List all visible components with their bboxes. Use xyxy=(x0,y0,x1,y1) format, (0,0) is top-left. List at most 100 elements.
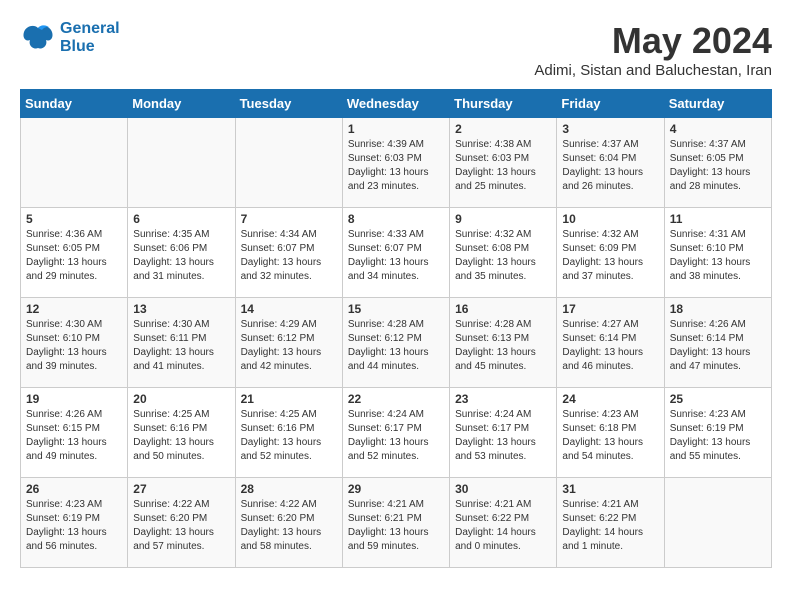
calendar-cell: 25 Sunrise: 4:23 AM Sunset: 6:19 PM Dayli… xyxy=(664,388,771,478)
day-info: Sunrise: 4:36 AM Sunset: 6:05 PM Dayligh… xyxy=(26,228,122,284)
calendar-cell: 24 Sunrise: 4:23 AM Sunset: 6:18 PM Dayli… xyxy=(557,388,664,478)
day-info: Sunrise: 4:30 AM Sunset: 6:11 PM Dayligh… xyxy=(133,318,229,374)
calendar-cell: 13 Sunrise: 4:30 AM Sunset: 6:11 PM Dayli… xyxy=(128,298,235,388)
calendar-cell: 30Sunrise: 4:21 AM Sunset: 6:22 PM Dayli… xyxy=(450,478,557,568)
logo-text: General Blue xyxy=(60,20,120,56)
calendar-cell: 4 Sunrise: 4:37 AM Sunset: 6:05 PM Daylig… xyxy=(664,118,771,208)
calendar-cell: 14 Sunrise: 4:29 AM Sunset: 6:12 PM Dayli… xyxy=(235,298,342,388)
calendar-cell: 17 Sunrise: 4:27 AM Sunset: 6:14 PM Dayli… xyxy=(557,298,664,388)
calendar-header-row: SundayMondayTuesdayWednesdayThursdayFrid… xyxy=(21,90,772,118)
day-info: Sunrise: 4:21 AM Sunset: 6:22 PM Dayligh… xyxy=(562,498,658,554)
calendar-cell: 5Sunrise: 4:36 AM Sunset: 6:05 PM Daylig… xyxy=(21,208,128,298)
day-info: Sunrise: 4:24 AM Sunset: 6:17 PM Dayligh… xyxy=(348,408,444,464)
calendar-cell: 20 Sunrise: 4:25 AM Sunset: 6:16 PM Dayli… xyxy=(128,388,235,478)
calendar-cell: 7 Sunrise: 4:34 AM Sunset: 6:07 PM Daylig… xyxy=(235,208,342,298)
day-info: Sunrise: 4:26 AM Sunset: 6:14 PM Dayligh… xyxy=(670,318,766,374)
day-info: Sunrise: 4:27 AM Sunset: 6:14 PM Dayligh… xyxy=(562,318,658,374)
calendar-cell: 11 Sunrise: 4:31 AM Sunset: 6:10 PM Dayli… xyxy=(664,208,771,298)
calendar-cell: 31Sunrise: 4:21 AM Sunset: 6:22 PM Dayli… xyxy=(557,478,664,568)
calendar-header-cell: Friday xyxy=(557,90,664,118)
calendar-cell xyxy=(21,118,128,208)
day-info: Sunrise: 4:26 AM Sunset: 6:15 PM Dayligh… xyxy=(26,408,122,464)
calendar-cell: 18 Sunrise: 4:26 AM Sunset: 6:14 PM Dayli… xyxy=(664,298,771,388)
day-info: Sunrise: 4:25 AM Sunset: 6:16 PM Dayligh… xyxy=(241,408,337,464)
calendar-cell: 29 Sunrise: 4:21 AM Sunset: 6:21 PM Dayli… xyxy=(342,478,449,568)
day-info: Sunrise: 4:24 AM Sunset: 6:17 PM Dayligh… xyxy=(455,408,551,464)
calendar-cell: 1Sunrise: 4:39 AM Sunset: 6:03 PM Daylig… xyxy=(342,118,449,208)
day-number: 27 xyxy=(133,482,229,496)
day-number: 7 xyxy=(241,212,337,226)
day-number: 8 xyxy=(348,212,444,226)
day-number: 23 xyxy=(455,392,551,406)
calendar-week-row: 19Sunrise: 4:26 AM Sunset: 6:15 PM Dayli… xyxy=(21,388,772,478)
calendar-cell xyxy=(235,118,342,208)
day-number: 3 xyxy=(562,122,658,136)
day-number: 10 xyxy=(562,212,658,226)
day-number: 2 xyxy=(455,122,551,136)
calendar-cell: 15 Sunrise: 4:28 AM Sunset: 6:12 PM Dayli… xyxy=(342,298,449,388)
day-number: 15 xyxy=(348,302,444,316)
day-info: Sunrise: 4:38 AM Sunset: 6:03 PM Dayligh… xyxy=(455,138,551,194)
logo-icon xyxy=(20,20,56,56)
day-number: 30 xyxy=(455,482,551,496)
day-info: Sunrise: 4:22 AM Sunset: 6:20 PM Dayligh… xyxy=(133,498,229,554)
day-info: Sunrise: 4:23 AM Sunset: 6:18 PM Dayligh… xyxy=(562,408,658,464)
page-title: May 2024 xyxy=(534,20,772,62)
day-info: Sunrise: 4:29 AM Sunset: 6:12 PM Dayligh… xyxy=(241,318,337,374)
calendar-cell: 22 Sunrise: 4:24 AM Sunset: 6:17 PM Dayli… xyxy=(342,388,449,478)
calendar-cell: 12Sunrise: 4:30 AM Sunset: 6:10 PM Dayli… xyxy=(21,298,128,388)
day-number: 29 xyxy=(348,482,444,496)
day-number: 14 xyxy=(241,302,337,316)
day-number: 20 xyxy=(133,392,229,406)
day-number: 25 xyxy=(670,392,766,406)
day-number: 13 xyxy=(133,302,229,316)
day-number: 28 xyxy=(241,482,337,496)
calendar-cell: 19Sunrise: 4:26 AM Sunset: 6:15 PM Dayli… xyxy=(21,388,128,478)
calendar-week-row: 5Sunrise: 4:36 AM Sunset: 6:05 PM Daylig… xyxy=(21,208,772,298)
calendar-cell: 3Sunrise: 4:37 AM Sunset: 6:04 PM Daylig… xyxy=(557,118,664,208)
calendar-cell: 9Sunrise: 4:32 AM Sunset: 6:08 PM Daylig… xyxy=(450,208,557,298)
day-info: Sunrise: 4:34 AM Sunset: 6:07 PM Dayligh… xyxy=(241,228,337,284)
calendar-cell: 16Sunrise: 4:28 AM Sunset: 6:13 PM Dayli… xyxy=(450,298,557,388)
day-info: Sunrise: 4:28 AM Sunset: 6:12 PM Dayligh… xyxy=(348,318,444,374)
calendar-cell: 10 Sunrise: 4:32 AM Sunset: 6:09 PM Dayli… xyxy=(557,208,664,298)
calendar-cell xyxy=(664,478,771,568)
day-info: Sunrise: 4:22 AM Sunset: 6:20 PM Dayligh… xyxy=(241,498,337,554)
calendar-header-cell: Saturday xyxy=(664,90,771,118)
calendar-header-cell: Tuesday xyxy=(235,90,342,118)
day-number: 24 xyxy=(562,392,658,406)
day-number: 17 xyxy=(562,302,658,316)
calendar-cell: 28 Sunrise: 4:22 AM Sunset: 6:20 PM Dayli… xyxy=(235,478,342,568)
day-info: Sunrise: 4:25 AM Sunset: 6:16 PM Dayligh… xyxy=(133,408,229,464)
day-number: 21 xyxy=(241,392,337,406)
day-info: Sunrise: 4:30 AM Sunset: 6:10 PM Dayligh… xyxy=(26,318,122,374)
day-info: Sunrise: 4:32 AM Sunset: 6:09 PM Dayligh… xyxy=(562,228,658,284)
calendar-body: 1Sunrise: 4:39 AM Sunset: 6:03 PM Daylig… xyxy=(21,118,772,568)
day-number: 22 xyxy=(348,392,444,406)
day-number: 16 xyxy=(455,302,551,316)
day-number: 18 xyxy=(670,302,766,316)
calendar-cell: 26Sunrise: 4:23 AM Sunset: 6:19 PM Dayli… xyxy=(21,478,128,568)
calendar-week-row: 12Sunrise: 4:30 AM Sunset: 6:10 PM Dayli… xyxy=(21,298,772,388)
day-info: Sunrise: 4:35 AM Sunset: 6:06 PM Dayligh… xyxy=(133,228,229,284)
day-info: Sunrise: 4:23 AM Sunset: 6:19 PM Dayligh… xyxy=(26,498,122,554)
title-area: May 2024 Adimi, Sistan and Baluchestan, … xyxy=(534,20,772,79)
day-info: Sunrise: 4:31 AM Sunset: 6:10 PM Dayligh… xyxy=(670,228,766,284)
calendar-header-cell: Monday xyxy=(128,90,235,118)
day-number: 11 xyxy=(670,212,766,226)
day-info: Sunrise: 4:21 AM Sunset: 6:21 PM Dayligh… xyxy=(348,498,444,554)
calendar-cell: 2 Sunrise: 4:38 AM Sunset: 6:03 PM Daylig… xyxy=(450,118,557,208)
day-info: Sunrise: 4:23 AM Sunset: 6:19 PM Dayligh… xyxy=(670,408,766,464)
calendar-cell: 21 Sunrise: 4:25 AM Sunset: 6:16 PM Dayli… xyxy=(235,388,342,478)
logo: General Blue xyxy=(20,20,120,56)
calendar-cell: 23 Sunrise: 4:24 AM Sunset: 6:17 PM Dayli… xyxy=(450,388,557,478)
header: General Blue May 2024 Adimi, Sistan and … xyxy=(20,20,772,79)
day-info: Sunrise: 4:37 AM Sunset: 6:05 PM Dayligh… xyxy=(670,138,766,194)
calendar-week-row: 1Sunrise: 4:39 AM Sunset: 6:03 PM Daylig… xyxy=(21,118,772,208)
day-number: 4 xyxy=(670,122,766,136)
calendar-table: SundayMondayTuesdayWednesdayThursdayFrid… xyxy=(20,89,772,568)
calendar-cell: 8Sunrise: 4:33 AM Sunset: 6:07 PM Daylig… xyxy=(342,208,449,298)
calendar-cell: 27 Sunrise: 4:22 AM Sunset: 6:20 PM Dayli… xyxy=(128,478,235,568)
calendar-header-cell: Wednesday xyxy=(342,90,449,118)
day-info: Sunrise: 4:32 AM Sunset: 6:08 PM Dayligh… xyxy=(455,228,551,284)
